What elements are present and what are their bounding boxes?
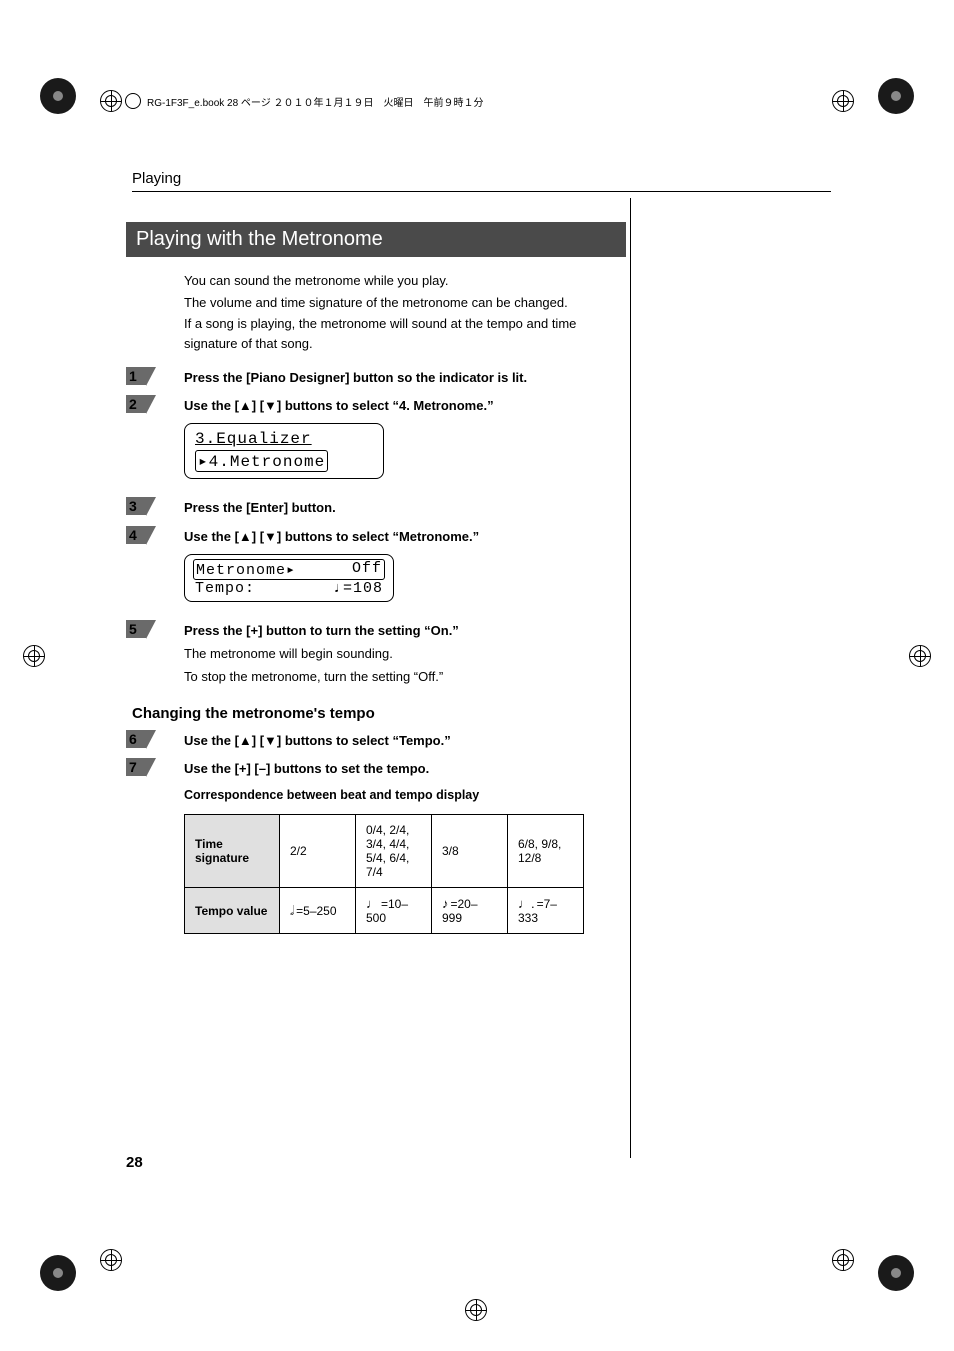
- step-instruction: Press the [+] button to turn the setting…: [184, 622, 831, 640]
- lcd-line-selected: ▸4.Metronome: [195, 450, 328, 472]
- lcd-screen: 3.Equalizer ▸4.Metronome: [184, 423, 384, 479]
- step-number-badge: 4: [126, 526, 146, 544]
- print-disc-icon: [40, 1255, 76, 1291]
- step-note: To stop the metronome, turn the setting …: [184, 667, 831, 687]
- registration-mark-icon: [465, 1299, 487, 1321]
- step-row: 7 Use the [+] [–] buttons to set the tem…: [126, 758, 831, 778]
- table-cell: 3/8: [432, 815, 508, 888]
- lcd-screen: Metronome▸ Off Tempo: ♩=108: [184, 554, 394, 602]
- step-note: The metronome will begin sounding.: [184, 644, 831, 664]
- intro-line: The volume and time signature of the met…: [184, 293, 628, 313]
- registration-mark-icon: [23, 645, 45, 667]
- registration-mark-icon: [832, 90, 854, 112]
- step-row: 5 Press the [+] button to turn the setti…: [126, 620, 831, 687]
- table-cell: ♩.=7–333: [508, 888, 584, 934]
- lcd-field-value: ♩=108: [333, 580, 383, 597]
- step-number-badge: 3: [126, 497, 146, 515]
- step-number-badge: 7: [126, 758, 146, 776]
- registration-mark-icon: [832, 1249, 854, 1271]
- step-number-badge: 6: [126, 730, 146, 748]
- table-cell: 6/8, 9/8, 12/8: [508, 815, 584, 888]
- clock-icon: [125, 93, 141, 109]
- step-instruction: Use the [+] [–] buttons to set the tempo…: [184, 760, 831, 778]
- step-instruction: Use the [▲] [▼] buttons to select “Metro…: [184, 528, 831, 546]
- table-cell: 2/2: [280, 815, 356, 888]
- table-cell: 0/4, 2/4, 3/4, 4/4, 5/4, 6/4, 7/4: [356, 815, 432, 888]
- running-header: RG-1F3F_e.book 28 ページ ２０１０年１月１９日 火曜日 午前９…: [125, 93, 484, 109]
- table-cell: ♪=20–999: [432, 888, 508, 934]
- tempo-range: =5–250: [296, 904, 336, 918]
- table-cell: ♩=10–500: [356, 888, 432, 934]
- page-number: 28: [126, 1154, 143, 1171]
- registration-mark-icon: [909, 645, 931, 667]
- half-note-icon: 𝅗𝅥: [290, 903, 294, 918]
- registration-mark-icon: [100, 1249, 122, 1271]
- tempo-table: Time signature 2/2 0/4, 2/4, 3/4, 4/4, 5…: [184, 814, 584, 934]
- step-number-badge: 1: [126, 367, 146, 385]
- step-row: 1 Press the [Piano Designer] button so t…: [126, 367, 831, 387]
- step-instruction: Press the [Piano Designer] button so the…: [184, 369, 831, 387]
- step-instruction: Use the [▲] [▼] buttons to select “4. Me…: [184, 397, 831, 415]
- table-caption: Correspondence between beat and tempo di…: [184, 788, 831, 802]
- table-cell: 𝅗𝅥=5–250: [280, 888, 356, 934]
- table-header-cell: Time signature: [185, 815, 280, 888]
- print-disc-icon: [40, 78, 76, 114]
- quarter-note-icon: ♩: [366, 896, 379, 911]
- step-row: 6 Use the [▲] [▼] buttons to select “Tem…: [126, 730, 831, 750]
- print-disc-icon: [878, 78, 914, 114]
- step-number-badge: 5: [126, 620, 146, 638]
- registration-mark-icon: [100, 90, 122, 112]
- table-row: Time signature 2/2 0/4, 2/4, 3/4, 4/4, 5…: [185, 815, 584, 888]
- subheading: Changing the metronome's tempo: [132, 705, 831, 722]
- column-divider: [630, 198, 631, 1158]
- step-row: 2 Use the [▲] [▼] buttons to select “4. …: [126, 395, 831, 489]
- step-number-badge: 2: [126, 395, 146, 413]
- print-disc-icon: [878, 1255, 914, 1291]
- dotted-quarter-note-icon: ♩.: [518, 896, 535, 911]
- intro-block: You can sound the metronome while you pl…: [184, 271, 628, 353]
- eighth-note-icon: ♪: [442, 896, 449, 911]
- intro-line: You can sound the metronome while you pl…: [184, 271, 628, 291]
- lcd-line: 3.Equalizer: [195, 430, 312, 448]
- section-title: Playing: [132, 170, 831, 192]
- table-header-cell: Tempo value: [185, 888, 280, 934]
- step-row: 3 Press the [Enter] button.: [126, 497, 831, 517]
- lcd-field-value: Off: [352, 560, 382, 579]
- heading-bar: Playing with the Metronome: [126, 222, 626, 257]
- intro-line: If a song is playing, the metronome will…: [184, 314, 628, 353]
- lcd-field-label: Tempo:: [195, 580, 255, 597]
- lcd-field-label: Metronome▸: [196, 560, 296, 579]
- step-instruction: Use the [▲] [▼] buttons to select “Tempo…: [184, 732, 831, 750]
- running-header-text: RG-1F3F_e.book 28 ページ ２０１０年１月１９日 火曜日 午前９…: [147, 94, 484, 109]
- table-row: Tempo value 𝅗𝅥=5–250 ♩=10–500 ♪=20–999 ♩…: [185, 888, 584, 934]
- step-row: 4 Use the [▲] [▼] buttons to select “Met…: [126, 526, 831, 612]
- step-instruction: Press the [Enter] button.: [184, 499, 831, 517]
